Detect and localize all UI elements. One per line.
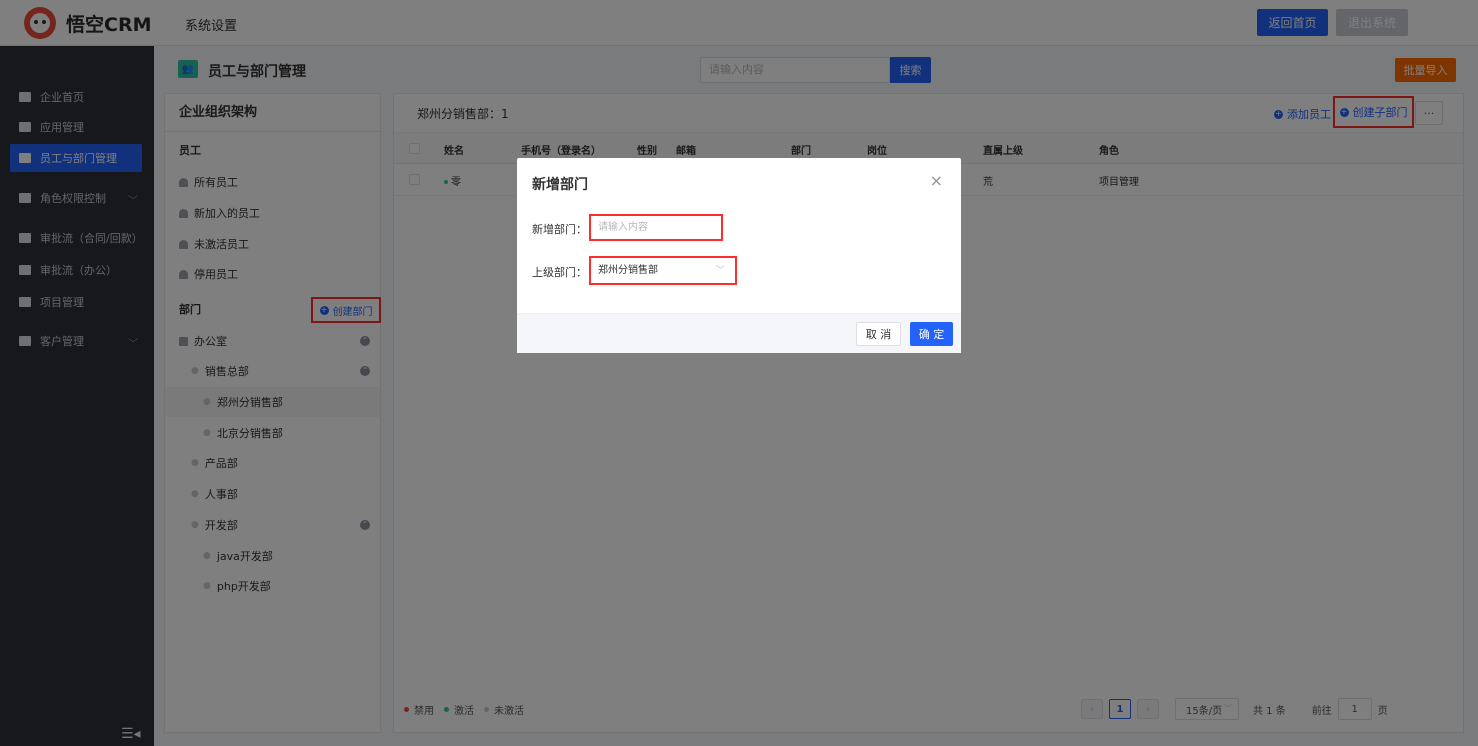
dept-name-input[interactable]: 请输入内容 bbox=[589, 214, 723, 241]
parent-dept-label: 上级部门： bbox=[532, 266, 587, 279]
modal-overlay[interactable] bbox=[0, 0, 1478, 746]
cancel-button[interactable]: 取 消 bbox=[856, 322, 901, 346]
parent-dept-select[interactable]: 郑州分销售部 ﹀ bbox=[589, 256, 737, 285]
new-dept-dialog: 新增部门 × 新增部门： 请输入内容 上级部门： 郑州分销售部 ﹀ 取 消 确 … bbox=[517, 158, 961, 353]
chevron-down-icon: ﹀ bbox=[715, 266, 725, 276]
dept-name-label: 新增部门： bbox=[532, 223, 587, 236]
dialog-title: 新增部门 bbox=[532, 177, 588, 193]
confirm-button[interactable]: 确 定 bbox=[910, 322, 953, 346]
close-icon[interactable]: × bbox=[930, 171, 943, 190]
parent-dept-value: 郑州分销售部 bbox=[598, 265, 658, 276]
